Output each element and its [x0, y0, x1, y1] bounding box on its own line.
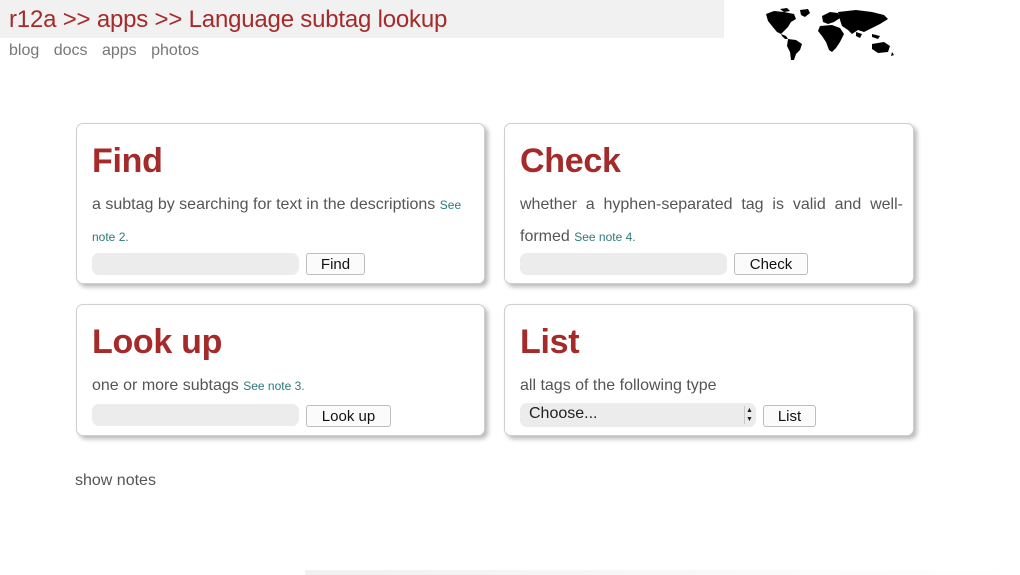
breadcrumb: r12a >> apps >> Language subtag lookup: [9, 6, 447, 34]
nav-link-photos[interactable]: photos: [151, 42, 199, 59]
show-notes-link[interactable]: show notes: [75, 472, 156, 490]
nav-link-docs[interactable]: docs: [54, 42, 88, 59]
footer-strip: [305, 570, 1020, 575]
breadcrumb-separator: >>: [62, 6, 91, 33]
breadcrumb-home-link[interactable]: r12a: [9, 6, 56, 33]
breadcrumb-apps-link[interactable]: apps: [97, 6, 148, 33]
lookup-note-link[interactable]: See note 3.: [243, 379, 304, 393]
site-nav: blog docs apps photos: [9, 42, 209, 60]
find-title: Find: [92, 142, 163, 180]
nav-link-apps[interactable]: apps: [102, 42, 137, 59]
lookup-title: Look up: [92, 323, 223, 361]
tag-type-select-value: Choose...: [529, 405, 598, 422]
find-description: a subtag by searching for text in the de…: [92, 189, 474, 253]
world-map-icon: [766, 8, 894, 60]
find-button[interactable]: Find: [306, 253, 365, 275]
list-card: List all tags of the following type Choo…: [504, 304, 914, 436]
lookup-description-text: one or more subtags: [92, 377, 239, 394]
select-arrows-icon: ▲ ▼: [744, 406, 754, 424]
list-description: all tags of the following type: [520, 370, 903, 402]
lookup-description: one or more subtags See note 3.: [92, 370, 474, 402]
lookup-button[interactable]: Look up: [306, 405, 391, 427]
find-card: Find a subtag by searching for text in t…: [76, 123, 485, 284]
nav-link-blog[interactable]: blog: [9, 42, 39, 59]
list-description-text: all tags of the following type: [520, 377, 717, 394]
lookup-card: Look up one or more subtags See note 3. …: [76, 304, 485, 436]
breadcrumb-separator: >>: [154, 6, 183, 33]
find-description-text: a subtag by searching for text in the de…: [92, 196, 436, 213]
lookup-input[interactable]: [92, 404, 299, 426]
list-title: List: [520, 323, 580, 361]
check-card: Check whether a hyphen-separated tag is …: [504, 123, 914, 284]
check-title: Check: [520, 142, 621, 180]
check-button[interactable]: Check: [734, 253, 808, 275]
check-note-link[interactable]: See note 4.: [574, 230, 635, 244]
list-button[interactable]: List: [763, 405, 816, 427]
breadcrumb-page-link[interactable]: Language subtag lookup: [189, 6, 448, 33]
tag-type-select[interactable]: Choose... ▲ ▼: [520, 403, 756, 427]
check-description: whether a hyphen-separated tag is valid …: [520, 189, 903, 253]
check-input[interactable]: [520, 253, 727, 275]
find-input[interactable]: [92, 253, 299, 275]
